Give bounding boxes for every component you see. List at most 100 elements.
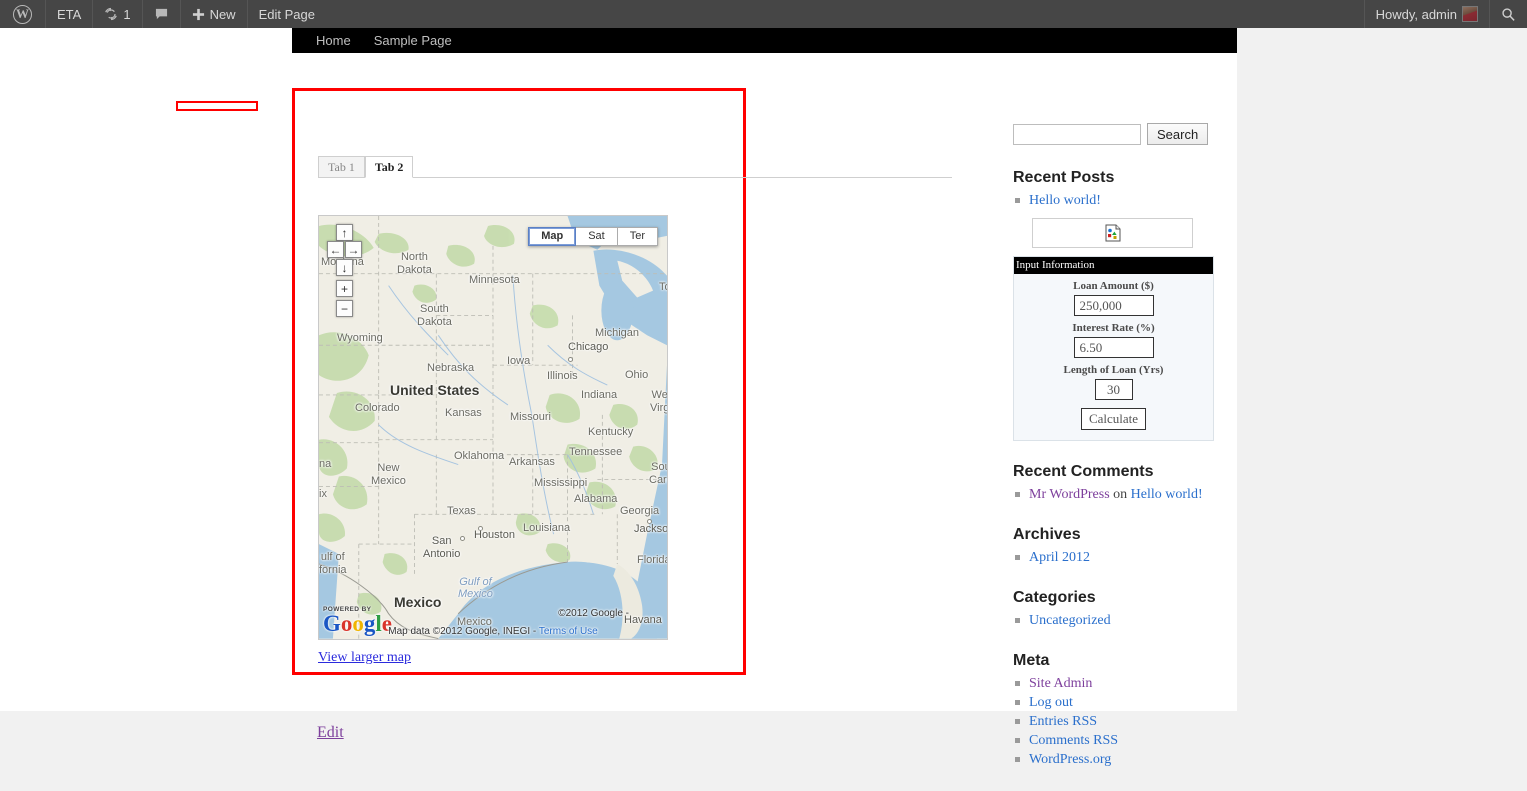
interest-rate-row (1014, 337, 1213, 358)
google-map[interactable]: NorthDakota Minnesota SouthDakota Montan… (318, 215, 668, 640)
avatar (1462, 6, 1478, 22)
meta-title: Meta (1013, 652, 1050, 669)
search-input[interactable] (1013, 123, 1141, 145)
loan-calculator-widget: Input Information Loan Amount ($) Intere… (1013, 256, 1214, 441)
list-item: Entries RSS (1013, 712, 1223, 731)
nav-menu: Home Sample Page (316, 28, 452, 53)
plus-icon (192, 8, 205, 21)
comment-author-link[interactable]: Mr WordPress (1029, 487, 1110, 502)
map-copyright-top: ©2012 Google - (558, 608, 629, 619)
recent-comments-list: Mr WordPress on Hello world! (1013, 485, 1223, 504)
map-zoom-out-button[interactable]: − (336, 300, 353, 317)
categories-title: Categories (1013, 589, 1096, 606)
sidebar: Search Recent Posts Hello world! Input I… (1013, 123, 1223, 791)
map-zoom-in-button[interactable]: + (336, 280, 353, 297)
map-pan-up-button[interactable]: ↑ (336, 224, 353, 241)
meta-link-wordpress-org[interactable]: WordPress.org (1029, 752, 1111, 767)
map-tiles (319, 216, 667, 639)
edit-page-label: Edit Page (258, 6, 315, 22)
map-type-satellite-button[interactable]: Sat (576, 227, 618, 246)
highlight-box-top (176, 101, 258, 111)
meta-link-entries-rss[interactable]: Entries RSS (1029, 714, 1097, 729)
site-name-menu[interactable]: ETA (46, 0, 94, 28)
map-pan-down-button[interactable]: ↓ (336, 259, 353, 276)
archives-title: Archives (1013, 526, 1081, 543)
site-name-label: ETA (57, 6, 82, 22)
map-type-terrain-button[interactable]: Ter (617, 227, 658, 246)
admin-bar-right: Howdy, admin (1363, 0, 1527, 28)
list-item: Uncategorized (1013, 611, 1223, 630)
comment-bubble-icon (154, 8, 169, 21)
admin-bar: W ETA 1 New Edit Page Howdy, admin (0, 0, 1527, 28)
tab-1[interactable]: Tab 1 (318, 156, 365, 178)
list-item: April 2012 (1013, 548, 1223, 567)
city-dot-jacksonville (647, 519, 652, 524)
my-account-menu[interactable]: Howdy, admin (1363, 0, 1489, 28)
loan-length-label: Length of Loan (Yrs) (1063, 364, 1164, 376)
map-pan-right-button[interactable]: → (345, 241, 362, 258)
page-wrapper: Home Sample Page Tab 1 Tab 2 North Dakot… (0, 28, 1237, 767)
calculator-header: Input Information (1014, 257, 1213, 274)
meta-link-log-out[interactable]: Log out (1029, 695, 1073, 710)
list-item: Site Admin (1013, 674, 1223, 693)
image-widget (1032, 218, 1193, 248)
edit-page-menu[interactable]: Edit Page (248, 0, 326, 28)
loan-amount-row (1014, 295, 1213, 316)
category-link-uncategorized[interactable]: Uncategorized (1029, 613, 1111, 628)
map-attribution-text: Map data ©2012 Google, INEGI - (388, 626, 539, 637)
archive-link-april-2012[interactable]: April 2012 (1029, 550, 1090, 565)
recent-post-link[interactable]: Hello world! (1029, 193, 1101, 208)
site-navigation-bar: Home Sample Page (292, 28, 1237, 53)
calculate-button[interactable]: Calculate (1080, 408, 1147, 430)
new-label: New (209, 6, 236, 22)
tab-2[interactable]: Tab 2 (364, 156, 414, 178)
list-item: Comments RSS (1013, 731, 1223, 750)
comment-on-text: on (1109, 487, 1131, 502)
recent-posts-list: Hello world! (1013, 191, 1223, 210)
list-item: WordPress.org (1013, 750, 1223, 769)
comments-menu[interactable] (143, 0, 181, 28)
broken-image-icon (1105, 224, 1121, 242)
comment-post-link[interactable]: Hello world! (1131, 487, 1203, 502)
list-item: Mr WordPress on Hello world! (1013, 485, 1223, 504)
interest-rate-label: Interest Rate (%) (1072, 322, 1155, 334)
recent-posts-title: Recent Posts (1013, 169, 1115, 186)
city-dot-houston (478, 526, 483, 531)
admin-bar-search-button[interactable] (1489, 0, 1527, 28)
loan-amount-label: Loan Amount ($) (1073, 280, 1154, 292)
city-dot-chicago (568, 357, 573, 362)
view-larger-map-link[interactable]: View larger map (318, 650, 411, 666)
meta-list: Site Admin Log out Entries RSS Comments … (1013, 674, 1223, 769)
wordpress-logo-button[interactable]: W (0, 0, 46, 28)
list-item: Log out (1013, 693, 1223, 712)
meta-link-comments-rss[interactable]: Comments RSS (1029, 733, 1118, 748)
categories-list: Uncategorized (1013, 611, 1223, 630)
nav-item-sample-page[interactable]: Sample Page (374, 33, 452, 48)
interest-rate-input[interactable] (1073, 337, 1154, 358)
search-widget: Search (1013, 123, 1223, 145)
meta-link-site-admin[interactable]: Site Admin (1029, 676, 1092, 691)
search-button[interactable]: Search (1147, 123, 1209, 145)
wordpress-logo-icon: W (13, 4, 32, 24)
howdy-label: Howdy, admin (1375, 6, 1457, 22)
search-icon (1501, 7, 1516, 22)
map-type-map-button[interactable]: Map (528, 227, 577, 246)
sync-icon (104, 7, 118, 21)
updates-count: 1 (123, 6, 131, 22)
list-item: Hello world! (1013, 191, 1223, 210)
new-content-menu[interactable]: New (181, 0, 248, 28)
loan-length-row (1014, 379, 1213, 400)
updates-menu[interactable]: 1 (93, 0, 143, 28)
edit-link[interactable]: Edit (317, 724, 344, 742)
city-dot-san-antonio (460, 536, 465, 541)
loan-amount-input[interactable] (1073, 295, 1154, 316)
map-attribution: Map data ©2012 Google, INEGI - Terms of … (319, 626, 667, 637)
map-type-switcher: Map Sat Ter (528, 227, 658, 246)
terms-of-use-link[interactable]: Terms of Use (539, 626, 598, 637)
loan-length-input[interactable] (1094, 379, 1133, 400)
tab-list: Tab 1 Tab 2 (318, 156, 952, 178)
archives-list: April 2012 (1013, 548, 1223, 567)
map-pan-left-button[interactable]: ← (327, 241, 344, 258)
nav-item-home[interactable]: Home (316, 33, 351, 48)
recent-comments-title: Recent Comments (1013, 463, 1154, 480)
